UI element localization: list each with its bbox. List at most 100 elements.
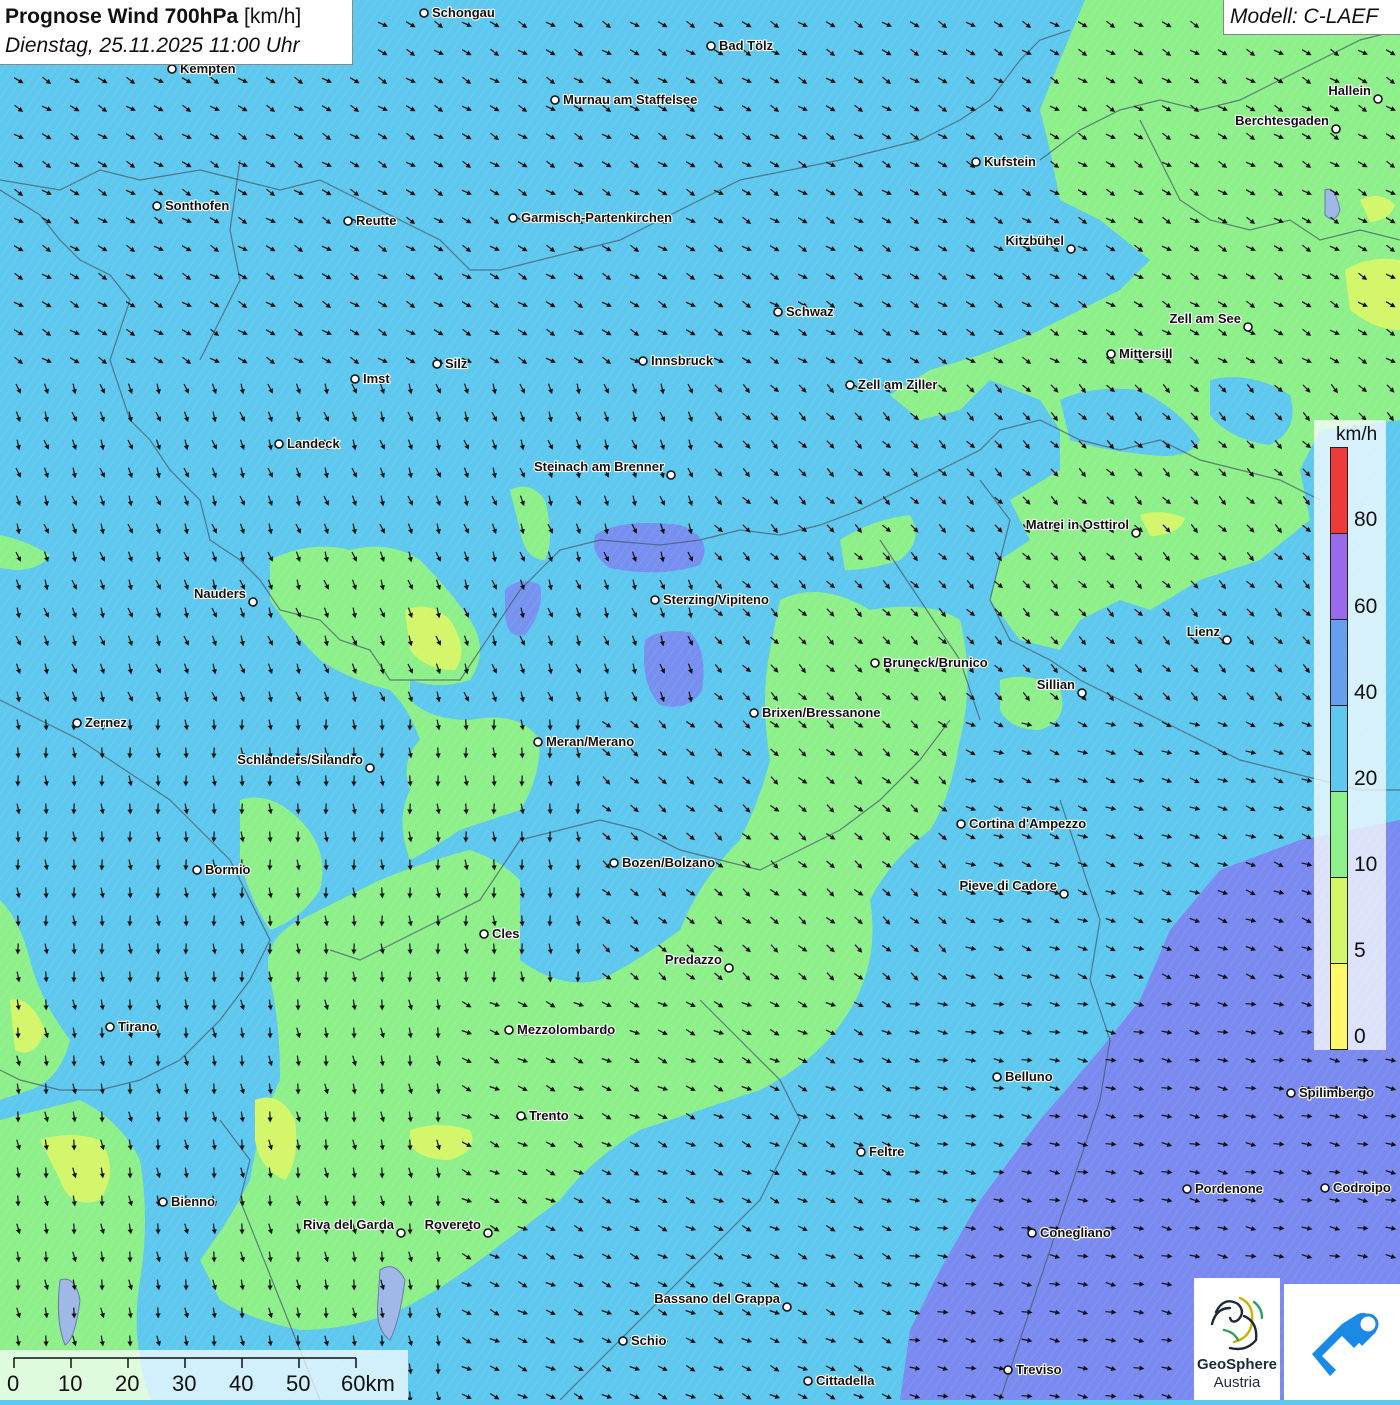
city-dot	[517, 1112, 525, 1120]
city-label: Matrei in Osttirol	[1026, 517, 1129, 532]
city-dot	[505, 1026, 513, 1034]
city-dot	[1332, 125, 1340, 133]
city-label: Imst	[363, 371, 390, 386]
city-label: Tirano	[118, 1019, 158, 1034]
city-label: Cles	[492, 926, 519, 941]
map-title: Prognose Wind 700hPa [km/h]	[5, 5, 301, 29]
legend-segment-0-5	[1330, 963, 1348, 1050]
city-marker[interactable]: Mezzolombardo	[505, 1022, 615, 1037]
city-dot	[344, 217, 352, 225]
city-dot	[774, 308, 782, 316]
city-marker[interactable]: Pordenone	[1183, 1181, 1263, 1196]
city-marker[interactable]: Meran/Merano	[534, 734, 634, 749]
wind-map: SchongauBad TölzKemptenMurnau am Staffel…	[0, 0, 1400, 1400]
city-dot	[159, 1198, 167, 1206]
city-label: Zell am Ziller	[858, 377, 937, 392]
city-label: Pordenone	[1195, 1181, 1263, 1196]
city-marker[interactable]: Cortina d'Ampezzo	[957, 816, 1086, 831]
city-label: Sterzing/Vipiteno	[663, 592, 769, 607]
city-dot	[168, 65, 176, 73]
legend-tick-80: 80	[1354, 508, 1377, 532]
city-marker[interactable]: Murnau am Staffelsee	[551, 92, 697, 107]
city-dot	[667, 471, 675, 479]
model-name: Modell: C-LAEF	[1230, 5, 1378, 29]
city-dot	[871, 659, 879, 667]
city-label: Codroipo	[1333, 1180, 1391, 1195]
scale-bar: 0 10 20 30 40 50 60km	[0, 1350, 408, 1400]
legend-segment-5-10	[1330, 877, 1348, 964]
city-label: Berchtesgaden	[1235, 113, 1329, 128]
city-dot	[366, 764, 374, 772]
city-dot	[651, 596, 659, 604]
city-marker[interactable]: Bruneck/Brunico	[871, 655, 988, 670]
city-dot	[725, 964, 733, 972]
city-dot	[106, 1023, 114, 1031]
city-label: Lienz	[1187, 624, 1221, 639]
city-dot	[351, 375, 359, 383]
city-marker[interactable]: Zell am Ziller	[846, 377, 937, 392]
city-marker[interactable]: Brixen/Bressanone	[750, 705, 881, 720]
legend-segment-80-plus	[1330, 447, 1348, 534]
city-dot	[193, 866, 201, 874]
city-dot	[153, 202, 161, 210]
city-label: Cortina d'Ampezzo	[969, 816, 1086, 831]
city-marker[interactable]: Innsbruck	[639, 353, 714, 368]
forecast-datetime: Dienstag, 25.11.2025 11:00 Uhr	[5, 34, 300, 58]
city-dot	[993, 1073, 1001, 1081]
city-label: Kitzbühel	[1006, 233, 1065, 248]
city-dot	[73, 719, 81, 727]
geosphere-swirl-icon	[1194, 1282, 1280, 1358]
city-dot	[846, 381, 854, 389]
city-marker[interactable]: Garmisch-Partenkirchen	[509, 210, 672, 225]
legend-segment-40-60	[1330, 619, 1348, 706]
city-dot	[1374, 95, 1382, 103]
city-dot	[1067, 245, 1075, 253]
city-label: Murnau am Staffelsee	[563, 92, 697, 107]
city-marker[interactable]: Conegliano	[1028, 1225, 1111, 1240]
city-label: Silz	[445, 356, 468, 371]
scale-label-40: 40	[229, 1371, 253, 1397]
city-label: Bozen/Bolzano	[622, 855, 715, 870]
city-label: Rovereto	[425, 1217, 481, 1232]
city-label: Treviso	[1016, 1362, 1062, 1377]
city-marker[interactable]: Sonthofen	[153, 198, 229, 213]
city-label: Schio	[631, 1333, 666, 1348]
city-dot	[480, 930, 488, 938]
scale-label-60km: 60km	[341, 1371, 395, 1397]
title-box: Prognose Wind 700hPa [km/h] Dienstag, 25…	[0, 0, 353, 65]
city-marker[interactable]: Sterzing/Vipiteno	[651, 592, 769, 607]
city-label: Sillian	[1037, 677, 1075, 692]
city-label: Steinach am Brenner	[534, 459, 664, 474]
city-dot	[1028, 1229, 1036, 1237]
city-marker[interactable]: Schongau	[420, 5, 495, 20]
geosphere-logo[interactable]: GeoSphere Austria	[1194, 1278, 1280, 1400]
city-dot	[275, 440, 283, 448]
city-dot	[1004, 1366, 1012, 1374]
city-label: Garmisch-Partenkirchen	[521, 210, 672, 225]
legend-tick-0: 0	[1354, 1025, 1366, 1049]
legend-tick-10: 10	[1354, 853, 1377, 877]
city-marker[interactable]: Spilimbergo	[1287, 1085, 1374, 1100]
city-label: Brixen/Bressanone	[762, 705, 881, 720]
map-title-main: Prognose Wind 700hPa	[5, 5, 238, 28]
city-marker[interactable]: Bozen/Bolzano	[610, 855, 715, 870]
legend-segment-60-80	[1330, 533, 1348, 620]
city-label: Mittersill	[1119, 346, 1172, 361]
city-label: Bienno	[171, 1194, 215, 1209]
city-label: Conegliano	[1040, 1225, 1111, 1240]
city-dot	[857, 1148, 865, 1156]
city-label: Sonthofen	[165, 198, 229, 213]
city-dot	[972, 158, 980, 166]
city-dot	[707, 42, 715, 50]
city-label: Predazzo	[665, 952, 722, 967]
legend-tick-5: 5	[1354, 939, 1366, 963]
map-title-unit: [km/h]	[238, 5, 301, 28]
weather-app-logo[interactable]	[1284, 1284, 1400, 1400]
model-box: Modell: C-LAEF	[1223, 0, 1400, 35]
city-dot	[1183, 1185, 1191, 1193]
city-label: Bassano del Grappa	[654, 1291, 780, 1306]
city-dot	[509, 214, 517, 222]
scale-label-50: 50	[286, 1371, 310, 1397]
city-dot	[534, 738, 542, 746]
city-label: Riva del Garda	[303, 1217, 395, 1232]
